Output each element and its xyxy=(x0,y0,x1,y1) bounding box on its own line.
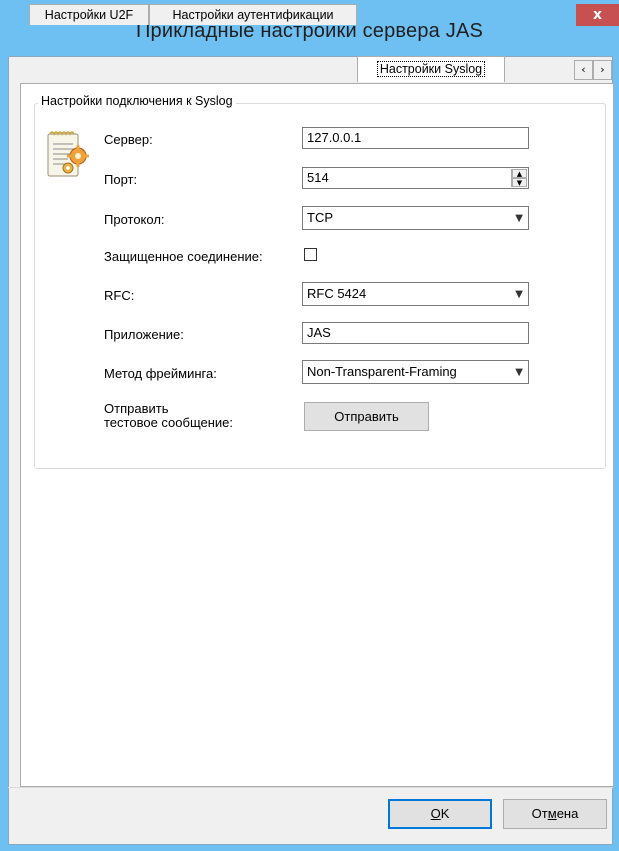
spin-down-icon[interactable]: ▼ xyxy=(512,178,527,187)
cancel-label-mnemonic: м xyxy=(547,806,557,821)
secure-connection-checkbox[interactable] xyxy=(304,248,317,261)
tab-authentication-label: Настройки аутентификации xyxy=(172,8,334,22)
protocol-select[interactable]: TCP ▼ xyxy=(302,206,529,230)
cancel-label-prefix: От xyxy=(531,806,548,821)
framing-method-select[interactable]: Non-Transparent-Framing ▼ xyxy=(302,360,529,384)
spin-up-icon[interactable]: ▲ xyxy=(512,169,527,178)
send-test-label-line2: тестовое сообщение: xyxy=(104,415,234,430)
tab-syslog-label: Настройки Syslog xyxy=(376,61,486,77)
tab-authentication[interactable]: Настройки аутентификации xyxy=(149,4,357,25)
rfc-value: RFC 5424 xyxy=(307,286,367,301)
tab-u2f-label: Настройки U2F xyxy=(44,8,134,22)
framing-method-value: Non-Transparent-Framing xyxy=(307,364,457,379)
chevron-down-icon: ▼ xyxy=(515,213,523,224)
port-spinner[interactable]: ▲ ▼ xyxy=(511,169,527,187)
dialog-window: Прикладные настройки сервера JAS x Настр… xyxy=(0,0,619,851)
ok-label-rest: K xyxy=(440,806,450,821)
send-test-button[interactable]: Отправить xyxy=(304,402,429,431)
server-input[interactable]: 127.0.0.1 xyxy=(302,127,529,149)
ok-label-mnemonic: O xyxy=(430,806,441,821)
protocol-label: Протокол: xyxy=(104,212,165,227)
tab-syslog[interactable]: Настройки Syslog xyxy=(357,56,505,82)
protocol-value: TCP xyxy=(307,210,333,225)
footer-separator xyxy=(8,787,613,788)
group-title: Настройки подключения к Syslog xyxy=(38,94,236,108)
tab-u2f[interactable]: Настройки U2F xyxy=(29,4,149,25)
port-label: Порт: xyxy=(104,172,138,187)
rfc-select[interactable]: RFC 5424 ▼ xyxy=(302,282,529,306)
chevron-down-icon: ▼ xyxy=(515,289,523,300)
notepad-gear-icon xyxy=(44,128,92,184)
rfc-label: RFC: xyxy=(104,288,135,303)
application-input[interactable]: JAS xyxy=(302,322,529,344)
server-label: Сервер: xyxy=(104,132,153,147)
ok-button[interactable]: OK xyxy=(388,799,492,829)
send-test-label: Отправить тестовое сообщение: xyxy=(104,402,233,430)
tab-scroll-left-button[interactable]: ‹ xyxy=(574,60,593,80)
tab-scroll-buttons: ‹ › xyxy=(574,60,614,80)
send-test-label-line1: Отправить xyxy=(104,401,169,416)
cancel-button[interactable]: Отмена xyxy=(503,799,607,829)
framing-method-label: Метод фрейминга: xyxy=(104,366,217,381)
close-button[interactable]: x xyxy=(576,4,619,26)
cancel-label-rest: ена xyxy=(556,806,579,821)
application-label: Приложение: xyxy=(104,327,184,342)
secure-connection-label: Защищенное соединение: xyxy=(104,249,263,264)
tab-scroll-right-button[interactable]: › xyxy=(593,60,612,80)
port-input[interactable]: 514 ▲ ▼ xyxy=(302,167,529,189)
port-value: 514 xyxy=(307,170,329,185)
chevron-down-icon: ▼ xyxy=(515,367,523,378)
